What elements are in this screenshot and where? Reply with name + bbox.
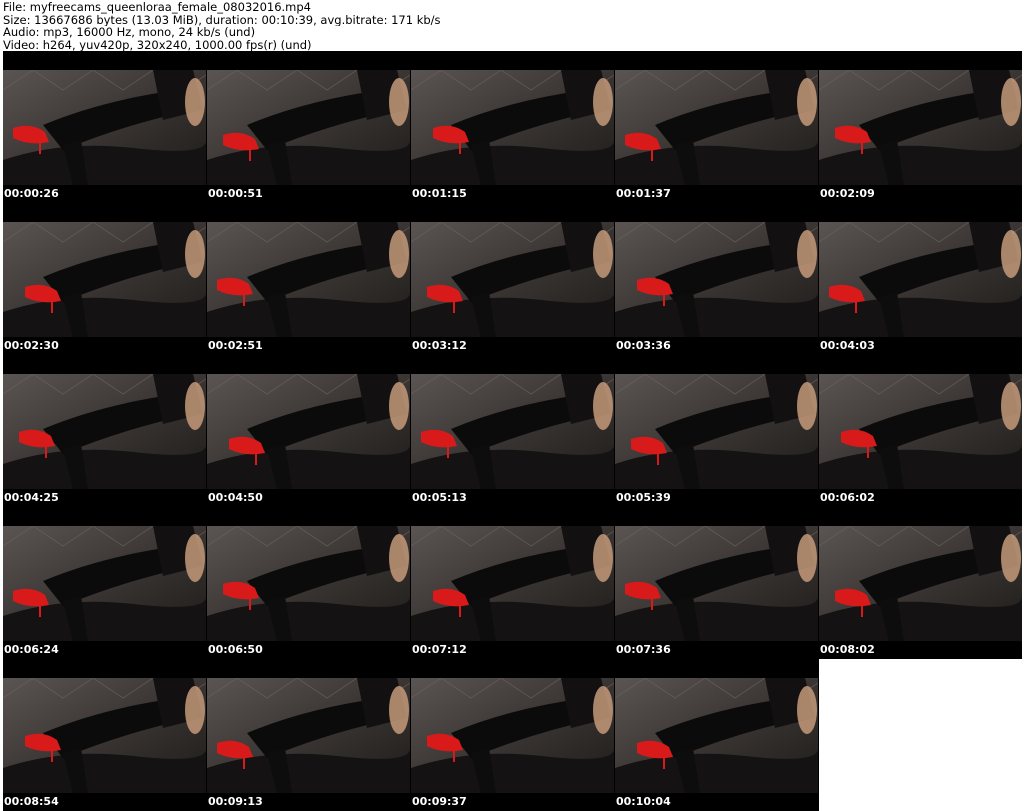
timestamp-label: 00:05:13 (412, 491, 467, 504)
timestamp-label: 00:07:12 (412, 643, 467, 656)
file-name-line: File: myfreecams_queenloraa_female_08032… (3, 1, 312, 14)
thumbnail-cell[interactable]: 00:02:09 (819, 51, 1022, 203)
video-frame-thumbnail[interactable] (3, 222, 206, 337)
timestamp-label: 00:08:54 (4, 795, 59, 808)
timestamp-label: 00:08:02 (820, 643, 875, 656)
thumbnail-cell[interactable]: 00:04:03 (819, 203, 1022, 355)
timestamp-label: 00:03:36 (616, 339, 671, 352)
video-frame-thumbnail[interactable] (411, 70, 614, 185)
thumbnail-cell[interactable]: 00:09:13 (207, 659, 410, 811)
thumbnail-cell[interactable]: 00:06:02 (819, 355, 1022, 507)
video-frame-thumbnail[interactable] (3, 70, 206, 185)
thumbnail-cell[interactable]: 00:00:26 (3, 51, 206, 203)
video-frame-thumbnail[interactable] (819, 222, 1022, 337)
thumbnail-cell[interactable]: 00:03:12 (411, 203, 614, 355)
file-info-header: File: myfreecams_queenloraa_female_08032… (3, 1, 1021, 51)
thumbnail-cell[interactable]: 00:05:13 (411, 355, 614, 507)
thumbnail-cell[interactable]: 00:08:54 (3, 659, 206, 811)
thumbnail-cell[interactable]: 00:07:36 (615, 507, 818, 659)
timestamp-label: 00:03:12 (412, 339, 467, 352)
empty-grid-area (819, 659, 1024, 811)
thumbnail-cell[interactable]: 00:02:30 (3, 203, 206, 355)
video-frame-thumbnail[interactable] (615, 678, 818, 793)
video-frame-thumbnail[interactable] (3, 678, 206, 793)
video-frame-thumbnail[interactable] (411, 222, 614, 337)
thumbnail-cell[interactable]: 00:03:36 (615, 203, 818, 355)
timestamp-label: 00:02:51 (208, 339, 263, 352)
timestamp-label: 00:02:30 (4, 339, 59, 352)
file-size-line: Size: 13667686 bytes (13.03 MiB), durati… (3, 13, 441, 26)
thumbnail-cell[interactable]: 00:09:37 (411, 659, 614, 811)
timestamp-label: 00:02:09 (820, 187, 875, 200)
thumbnail-cell[interactable]: 00:01:15 (411, 51, 614, 203)
thumbnail-cell[interactable]: 00:06:24 (3, 507, 206, 659)
timestamp-label: 00:04:03 (820, 339, 875, 352)
video-frame-thumbnail[interactable] (207, 70, 410, 185)
video-frame-thumbnail[interactable] (411, 374, 614, 489)
timestamp-label: 00:01:37 (616, 187, 671, 200)
thumbnail-cell[interactable]: 00:04:50 (207, 355, 410, 507)
timestamp-label: 00:06:02 (820, 491, 875, 504)
video-frame-thumbnail[interactable] (207, 526, 410, 641)
timestamp-label: 00:00:26 (4, 187, 59, 200)
video-frame-thumbnail[interactable] (819, 70, 1022, 185)
video-frame-thumbnail[interactable] (411, 526, 614, 641)
video-frame-thumbnail[interactable] (411, 678, 614, 793)
timestamp-label: 00:01:15 (412, 187, 467, 200)
thumbnail-cell[interactable]: 00:10:04 (615, 659, 818, 811)
timestamp-label: 00:10:04 (616, 795, 671, 808)
thumbnail-cell[interactable]: 00:05:39 (615, 355, 818, 507)
timestamp-label: 00:04:25 (4, 491, 59, 504)
timestamp-label: 00:00:51 (208, 187, 263, 200)
audio-info-line: Audio: mp3, 16000 Hz, mono, 24 kb/s (und… (3, 26, 256, 39)
video-frame-thumbnail[interactable] (819, 374, 1022, 489)
video-frame-thumbnail[interactable] (3, 374, 206, 489)
timestamp-label: 00:07:36 (616, 643, 671, 656)
video-frame-thumbnail[interactable] (207, 678, 410, 793)
thumbnail-cell[interactable]: 00:06:50 (207, 507, 410, 659)
thumbnail-cell[interactable]: 00:07:12 (411, 507, 614, 659)
timestamp-label: 00:09:37 (412, 795, 467, 808)
timestamp-label: 00:05:39 (616, 491, 671, 504)
video-frame-thumbnail[interactable] (207, 222, 410, 337)
thumbnail-cell[interactable]: 00:00:51 (207, 51, 410, 203)
video-frame-thumbnail[interactable] (3, 526, 206, 641)
thumbnail-cell[interactable]: 00:02:51 (207, 203, 410, 355)
video-frame-thumbnail[interactable] (615, 222, 818, 337)
timestamp-label: 00:06:50 (208, 643, 263, 656)
video-frame-thumbnail[interactable] (207, 374, 410, 489)
timestamp-label: 00:09:13 (208, 795, 263, 808)
video-frame-thumbnail[interactable] (615, 374, 818, 489)
thumbnail-cell[interactable]: 00:01:37 (615, 51, 818, 203)
video-frame-thumbnail[interactable] (819, 526, 1022, 641)
timestamp-label: 00:04:50 (208, 491, 263, 504)
video-frame-thumbnail[interactable] (615, 526, 818, 641)
thumbnail-cell[interactable]: 00:04:25 (3, 355, 206, 507)
timestamp-label: 00:06:24 (4, 643, 59, 656)
video-frame-thumbnail[interactable] (615, 70, 818, 185)
thumbnail-cell[interactable]: 00:08:02 (819, 507, 1022, 659)
video-info-line: Video: h264, yuv420p, 320x240, 1000.00 f… (3, 38, 312, 51)
